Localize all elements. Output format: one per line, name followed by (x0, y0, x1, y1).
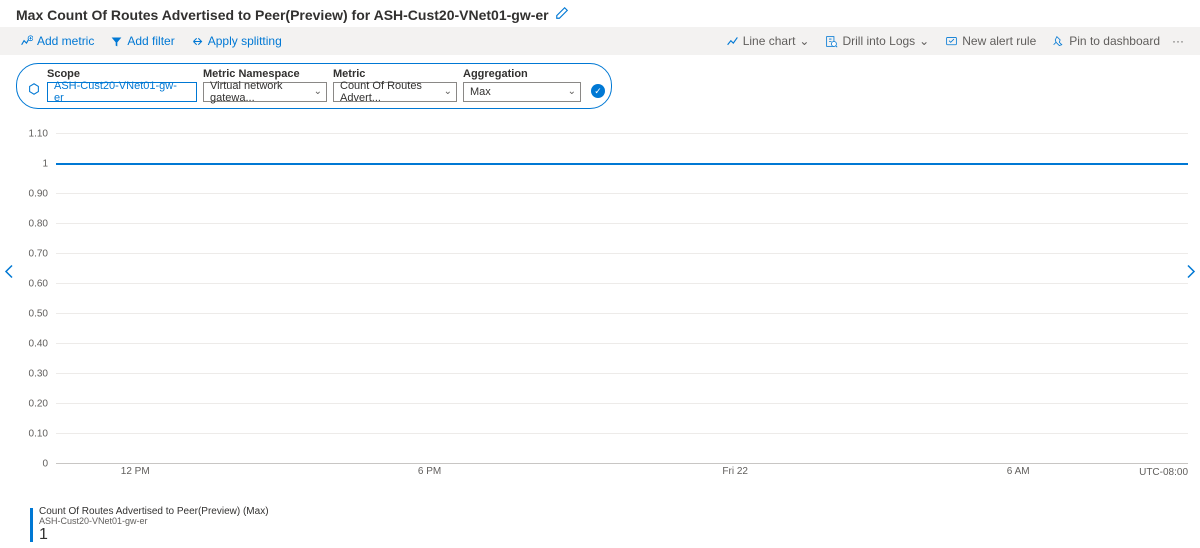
add-metric-button[interactable]: Add metric (12, 29, 102, 53)
gridline (56, 223, 1188, 224)
pin-icon (1052, 35, 1065, 48)
aggregation-label: Aggregation (463, 68, 581, 80)
gridline (56, 463, 1188, 464)
x-tick-label: 6 AM (1007, 466, 1030, 477)
pin-to-dashboard-button[interactable]: Pin to dashboard (1044, 29, 1168, 53)
gridline (56, 313, 1188, 314)
y-tick-label: 0.90 (29, 189, 48, 200)
add-filter-button[interactable]: Add filter (102, 29, 182, 53)
chart-grid (56, 134, 1188, 464)
y-tick-label: 0.80 (29, 219, 48, 230)
confirm-icon[interactable]: ✓ (591, 84, 605, 98)
chart-type-dropdown[interactable]: Line chart ⌄ (718, 29, 818, 53)
y-tick-label: 0.50 (29, 309, 48, 320)
gridline (56, 193, 1188, 194)
chart-area: 0 0.10 0.20 0.30 0.40 0.50 0.60 0.70 0.80 0.90 1 1.… (16, 110, 1188, 492)
resource-icon (27, 82, 41, 99)
chart-toolbar: Add metric Add filter Apply splitting Li… (0, 27, 1200, 55)
timezone-label: UTC-08:00 (1139, 467, 1188, 478)
metric-label: Metric (333, 68, 457, 80)
metric-config-pill: Scope ASH-Cust20-VNet01-gw-er Metric Nam… (16, 63, 612, 109)
gridline (56, 283, 1188, 284)
chevron-down-icon: ⌄ (799, 34, 809, 48)
chevron-down-icon: ⌄ (568, 86, 576, 97)
aggregation-selector[interactable]: Max ⌄ (463, 82, 581, 102)
add-metric-icon (20, 35, 33, 48)
page-title: Max Count Of Routes Advertised to Peer(P… (16, 7, 549, 23)
legend[interactable]: Count Of Routes Advertised to Peer(Previ… (30, 506, 269, 544)
y-tick-label: 0.60 (29, 279, 48, 290)
gridline (56, 373, 1188, 374)
gridline (56, 253, 1188, 254)
gridline (56, 133, 1188, 134)
apply-splitting-button[interactable]: Apply splitting (183, 29, 290, 53)
namespace-label: Metric Namespace (203, 68, 327, 80)
y-tick-label: 0.10 (29, 429, 48, 440)
new-alert-rule-button[interactable]: New alert rule (937, 29, 1044, 53)
metric-selector[interactable]: Count Of Routes Advert... ⌄ (333, 82, 457, 102)
y-tick-label: 1 (42, 159, 48, 170)
edit-title-icon[interactable] (555, 6, 569, 23)
alert-icon (945, 35, 958, 48)
gridline (56, 433, 1188, 434)
filter-icon (110, 35, 123, 48)
metric-config: Scope ASH-Cust20-VNet01-gw-er Metric Nam… (0, 55, 1200, 109)
y-tick-label: 0 (42, 459, 48, 470)
line-chart-icon (726, 35, 739, 48)
scope-selector[interactable]: ASH-Cust20-VNet01-gw-er (47, 82, 197, 102)
y-tick-label: 0.40 (29, 339, 48, 350)
legend-series-name: Count Of Routes Advertised to Peer(Previ… (39, 506, 269, 517)
split-icon (191, 35, 204, 48)
legend-value: 1 (39, 526, 269, 544)
y-tick-label: 0.70 (29, 249, 48, 260)
y-axis: 00.100.200.300.400.500.600.700.800.9011.… (16, 134, 52, 464)
y-tick-label: 0.30 (29, 369, 48, 380)
gridline (56, 403, 1188, 404)
gridline (56, 343, 1188, 344)
legend-color-bar (30, 508, 33, 542)
more-menu-button[interactable]: ··· (1168, 29, 1188, 53)
drill-into-logs-button[interactable]: Drill into Logs ⌄ (817, 29, 937, 53)
x-axis: 12 PM 6 PM Fri 22 6 AM (56, 466, 1188, 478)
chevron-down-icon: ⌄ (919, 34, 929, 48)
chevron-down-icon: ⌄ (444, 86, 452, 97)
x-tick-label: 12 PM (121, 466, 150, 477)
legend-resource-name: ASH-Cust20-VNet01-gw-er (39, 517, 269, 527)
x-tick-label: Fri 22 (722, 466, 748, 477)
chevron-down-icon: ⌄ (314, 86, 322, 97)
series-line (56, 163, 1188, 165)
page-title-row: Max Count Of Routes Advertised to Peer(P… (0, 0, 1200, 27)
more-icon: ··· (1172, 34, 1184, 48)
y-tick-label: 1.10 (29, 129, 48, 140)
scope-label: Scope (47, 68, 197, 80)
x-tick-label: 6 PM (418, 466, 441, 477)
namespace-selector[interactable]: Virtual network gatewa... ⌄ (203, 82, 327, 102)
y-tick-label: 0.20 (29, 399, 48, 410)
logs-icon (825, 35, 838, 48)
